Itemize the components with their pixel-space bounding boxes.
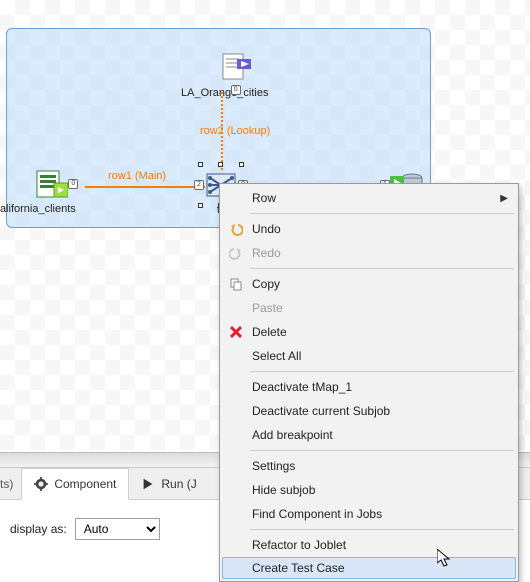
edge-row2-label: row2 (Lookup) xyxy=(200,125,270,137)
delete-icon xyxy=(228,324,244,340)
menu-add-breakpoint[interactable]: Add breakpoint xyxy=(222,423,516,447)
node-label: California_clients xyxy=(0,203,76,215)
node-label: LA_Orange_cities xyxy=(181,87,268,99)
node-california-clients[interactable]: 0 California_clients xyxy=(27,167,76,215)
menu-deactivate-tmap[interactable]: Deactivate tMap_1 xyxy=(222,375,516,399)
menu-paste: Paste xyxy=(222,296,516,320)
tab-label: Component xyxy=(54,477,116,491)
undo-icon xyxy=(228,221,244,237)
menu-delete[interactable]: Delete xyxy=(222,320,516,344)
tab-component[interactable]: Component xyxy=(21,468,129,500)
menu-copy[interactable]: Copy xyxy=(222,272,516,296)
menu-settings[interactable]: Settings xyxy=(222,454,516,478)
input-file-icon xyxy=(34,167,68,201)
menu-undo[interactable]: Undo xyxy=(222,217,516,241)
tab-truncated-left[interactable]: ts) xyxy=(0,468,21,500)
input-file-icon xyxy=(219,51,253,85)
menu-separator xyxy=(250,268,514,269)
menu-separator xyxy=(250,450,514,451)
component-tab-icon xyxy=(34,477,48,491)
run-tab-icon xyxy=(141,477,155,491)
edge-row1-label: row1 (Main) xyxy=(108,170,166,182)
display-as-select[interactable]: Auto xyxy=(75,518,160,540)
menu-refactor-joblet[interactable]: Refactor to Joblet xyxy=(222,533,516,557)
redo-icon xyxy=(228,245,244,261)
menu-hide-subjob[interactable]: Hide subjob xyxy=(222,478,516,502)
copy-icon xyxy=(228,276,244,292)
display-as-label: display as: xyxy=(10,522,67,536)
node-la-orange-cities[interactable]: 0 LA_Orange_cities xyxy=(203,51,268,99)
tab-label: Run (J xyxy=(161,477,196,491)
menu-find-component[interactable]: Find Component in Jobs xyxy=(222,502,516,526)
context-menu: Row▶ Undo Redo Copy Paste Delete Select … xyxy=(219,183,519,582)
menu-select-all[interactable]: Select All xyxy=(222,344,516,368)
menu-deactivate-subjob[interactable]: Deactivate current Subjob xyxy=(222,399,516,423)
menu-create-test-case[interactable]: Create Test Case xyxy=(222,557,516,579)
menu-separator xyxy=(250,371,514,372)
menu-separator xyxy=(250,213,514,214)
menu-separator xyxy=(250,529,514,530)
menu-row[interactable]: Row▶ xyxy=(222,186,516,210)
submenu-arrow-icon: ▶ xyxy=(500,193,508,204)
menu-redo: Redo xyxy=(222,241,516,265)
tab-run[interactable]: Run (J xyxy=(129,468,208,500)
